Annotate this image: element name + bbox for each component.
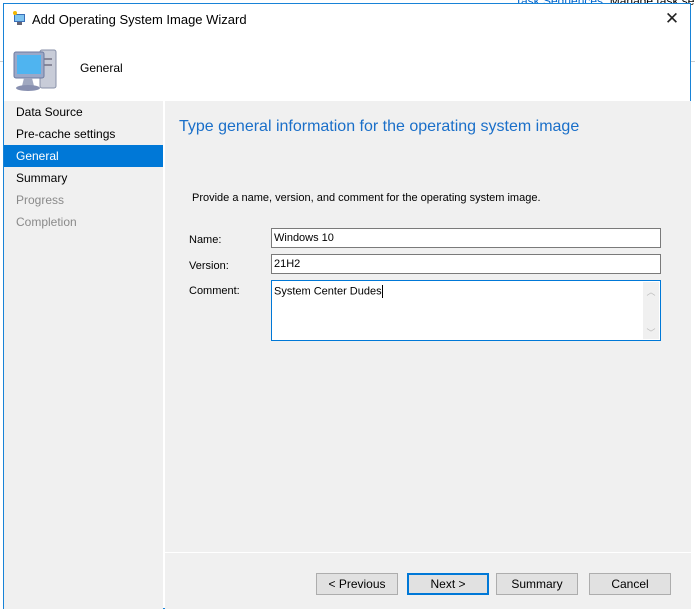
nav-item-general[interactable]: General <box>4 145 163 167</box>
wizard-icon <box>13 11 25 25</box>
title-bar: Add Operating System Image Wizard ✕ <box>4 4 690 34</box>
nav-item-pre-cache-settings[interactable]: Pre-cache settings <box>4 123 163 145</box>
footer-divider <box>165 552 691 553</box>
name-field[interactable]: Windows 10 <box>271 228 661 248</box>
cancel-button[interactable]: Cancel <box>589 573 671 595</box>
close-button[interactable]: ✕ <box>660 7 684 31</box>
version-field[interactable]: 21H2 <box>271 254 661 274</box>
nav-item-completion: Completion <box>16 215 77 229</box>
comment-scrollbar[interactable]: ︿ ﹀ <box>643 282 659 339</box>
header-title: General <box>80 61 123 75</box>
page-description: Provide a name, version, and comment for… <box>192 192 541 204</box>
wizard-header: General <box>4 34 690 101</box>
page-title: Type general information for the operati… <box>179 118 580 135</box>
computer-icon <box>13 49 57 91</box>
comment-text: System Center Dudes <box>274 285 382 298</box>
wizard-nav: Data Source Pre-cache settings General S… <box>4 101 163 609</box>
text-caret <box>381 285 383 298</box>
nav-item-summary[interactable]: Summary <box>4 167 163 189</box>
wizard-content: Type general information for the operati… <box>165 101 691 609</box>
next-button[interactable]: Next > <box>407 573 489 595</box>
wizard-window: Add Operating System Image Wizard ✕ Gene… <box>3 3 691 609</box>
summary-button[interactable]: Summary <box>496 573 578 595</box>
scroll-down-icon[interactable]: ﹀ <box>643 326 659 339</box>
window-title: Add Operating System Image Wizard <box>32 12 247 27</box>
comment-field[interactable]: System Center Dudes ︿ ﹀ <box>271 280 661 341</box>
version-label: Version: <box>189 260 229 272</box>
nav-item-data-source[interactable]: Data Source <box>4 101 163 123</box>
comment-label: Comment: <box>189 285 240 297</box>
name-label: Name: <box>189 234 222 246</box>
scroll-up-icon[interactable]: ︿ <box>643 285 659 298</box>
close-icon: ✕ <box>664 9 680 28</box>
previous-button[interactable]: < Previous <box>316 573 398 595</box>
nav-item-progress: Progress <box>16 193 65 207</box>
